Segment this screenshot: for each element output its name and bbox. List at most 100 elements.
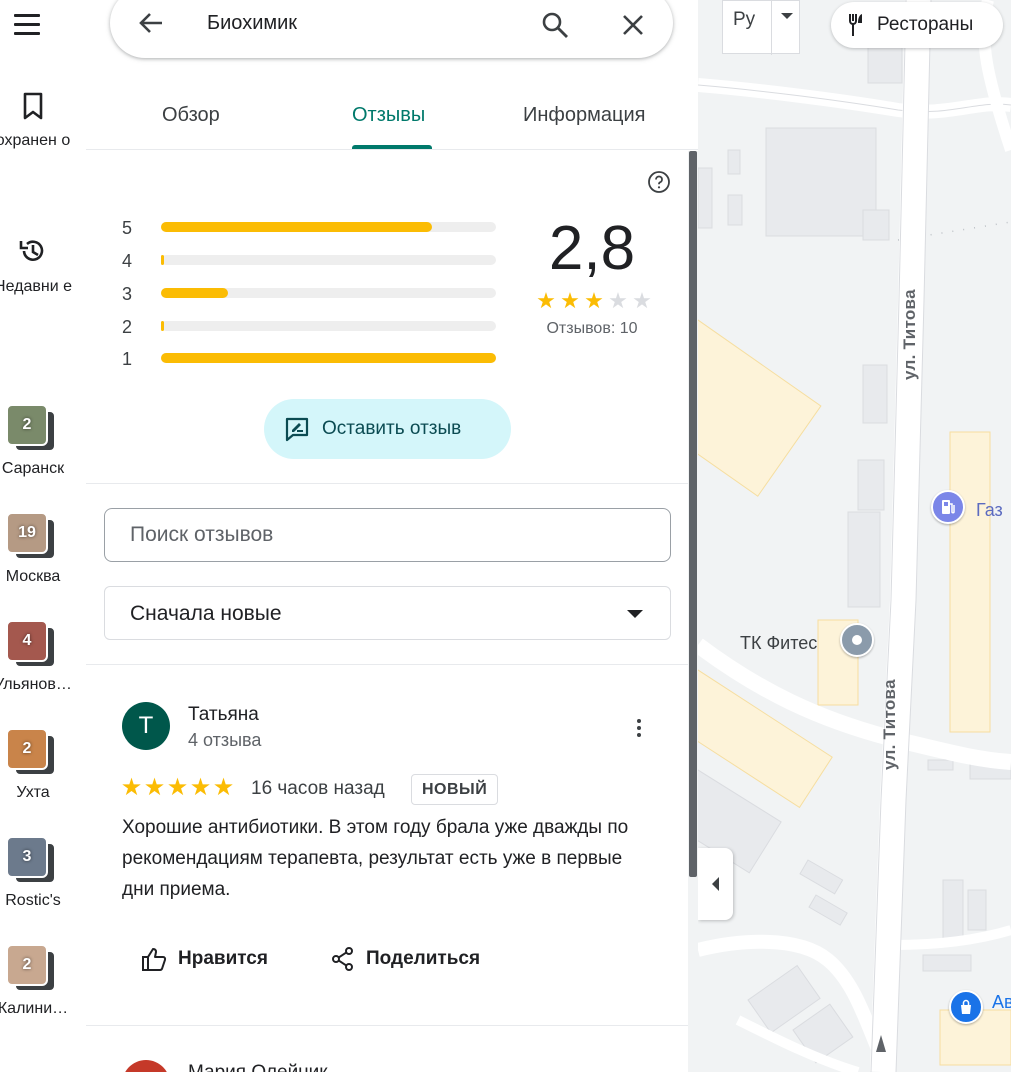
star-icon: ★ (120, 774, 143, 801)
search-icon[interactable] (540, 10, 570, 40)
recent-place-item[interactable]: 2 Калини… (0, 944, 76, 1018)
place-thumbnail: 2 (6, 728, 58, 780)
histogram-fill (161, 353, 496, 363)
star-icon: ★ (189, 774, 212, 801)
shop-pin[interactable] (949, 990, 983, 1024)
language-button[interactable]: Ру (722, 0, 800, 55)
star-icon: ★ (560, 288, 580, 313)
avatar[interactable]: Т (122, 702, 170, 750)
new-badge: НОВЫЙ (411, 774, 499, 805)
histogram-row[interactable]: 1 (122, 349, 502, 369)
star-icon: ★ (608, 288, 628, 313)
section-divider (86, 483, 688, 484)
histogram-fill (161, 222, 433, 232)
back-arrow-icon[interactable] (136, 8, 166, 38)
review-search-input[interactable] (104, 508, 671, 562)
review-text: Хорошие антибиотики. В этом году брала у… (122, 817, 629, 900)
place-panel: Биохимик Обзор Отзывы Информация 5 4 3 2 1 2… (86, 0, 698, 1072)
avatar[interactable] (122, 1060, 170, 1072)
mall-pin[interactable] (840, 623, 874, 657)
saved-label: охранен о (0, 132, 71, 149)
star-icon: ★ (166, 774, 189, 801)
scrollbar-thumb[interactable] (689, 151, 697, 877)
restaurants-label: Рестораны (877, 14, 974, 35)
average-rating: 2,8 (548, 214, 636, 283)
share-label: Поделиться (366, 948, 481, 969)
separator (771, 1, 772, 55)
reviews-count[interactable]: Отзывов: 10 (522, 320, 662, 338)
share-button[interactable]: Поделиться (330, 946, 480, 972)
more-options-icon[interactable] (632, 716, 646, 740)
bookmark-icon (23, 92, 43, 120)
histogram-track (161, 255, 496, 265)
search-box[interactable]: Биохимик (110, 0, 673, 58)
menu-icon[interactable] (14, 10, 50, 38)
star-icon: ★ (584, 288, 604, 313)
share-icon (332, 947, 353, 971)
search-query[interactable]: Биохимик (207, 12, 297, 35)
recent-place-item[interactable]: 19 Москва (0, 512, 76, 586)
histogram-star-label: 5 (122, 218, 133, 238)
place-count: 2 (22, 740, 32, 757)
place-count: 19 (18, 524, 36, 541)
tab-reviews[interactable]: Отзывы (352, 104, 425, 127)
map-view[interactable]: Ру Рестораны ул. Титова ул. Титова Газ Т… (698, 0, 1011, 1072)
place-count: 4 (22, 632, 32, 649)
star-icon: ★ (212, 774, 235, 801)
left-rail: охранен о Недавни е 2 Саранск 19 Москва 4 Уль… (0, 0, 86, 1072)
review-stars: ★ ★ ★ ★ ★ (120, 775, 235, 801)
recent-place-label: Москва (5, 568, 61, 585)
histogram-row[interactable]: 3 (122, 284, 502, 304)
histogram-star-label: 2 (122, 317, 133, 337)
recent-place-label: Ульянов… (0, 676, 72, 693)
active-tab-indicator (352, 145, 432, 149)
histogram-star-label: 3 (122, 284, 133, 304)
recent-nav-item[interactable]: Недавни е (0, 236, 74, 298)
average-rating-stars: ★ ★ ★ ★ ★ (534, 289, 654, 313)
recent-place-item[interactable]: 4 Ульянов… (0, 620, 76, 694)
histogram-row[interactable]: 4 (122, 251, 502, 271)
like-label: Нравится (178, 948, 268, 969)
help-icon[interactable] (647, 170, 671, 194)
shop-label[interactable]: Ав (992, 992, 1011, 1012)
histogram-track (161, 288, 496, 298)
write-review-label: Оставить отзыв (322, 418, 462, 439)
histogram-row[interactable]: 2 (122, 317, 502, 337)
tab-info[interactable]: Информация (523, 104, 645, 127)
histogram-row[interactable]: 5 (122, 218, 502, 238)
recent-place-item[interactable]: 2 Саранск (0, 404, 76, 478)
review-author[interactable]: Мария Олейник (188, 1062, 328, 1072)
thumbs-up-icon (142, 948, 167, 971)
sort-dropdown[interactable]: Сначала новые (104, 586, 671, 640)
histogram-fill (161, 255, 164, 265)
chevron-down-icon[interactable] (781, 13, 793, 19)
review-author-subtitle: 4 отзыва (188, 730, 262, 750)
section-divider (86, 664, 688, 665)
map-canvas (698, 0, 1011, 1072)
gas-station-pin[interactable] (931, 490, 965, 524)
place-thumbnail: 2 (6, 404, 58, 456)
like-button[interactable]: Нравится (140, 946, 268, 972)
recent-place-item[interactable]: 3 Rostic's (0, 836, 76, 910)
recent-place-label: Саранск (1, 460, 65, 477)
write-review-button[interactable]: Оставить отзыв (264, 399, 511, 459)
history-icon (19, 240, 44, 261)
collapse-panel-button[interactable] (698, 848, 733, 920)
recent-place-item[interactable]: 2 Ухта (0, 728, 76, 802)
tab-overview[interactable]: Обзор (162, 104, 220, 127)
review-author[interactable]: Татьяна (188, 704, 259, 726)
gas-station-label[interactable]: Газ (976, 500, 1003, 521)
histogram-star-label: 1 (122, 349, 133, 369)
restaurants-chip[interactable]: Рестораны (831, 2, 1003, 48)
place-thumbnail: 2 (6, 944, 58, 996)
star-icon: ★ (536, 288, 556, 313)
histogram-track (161, 353, 496, 363)
chevron-down-icon (627, 610, 643, 618)
saved-nav-item[interactable]: охранен о (0, 92, 74, 152)
mall-label[interactable]: ТК Фитес (740, 633, 817, 654)
street-label: ул. Титова (880, 679, 899, 770)
gas-pump-icon (942, 500, 955, 514)
histogram-fill (161, 321, 164, 331)
recent-place-label: Ухта (16, 784, 50, 801)
close-icon[interactable] (618, 10, 648, 40)
